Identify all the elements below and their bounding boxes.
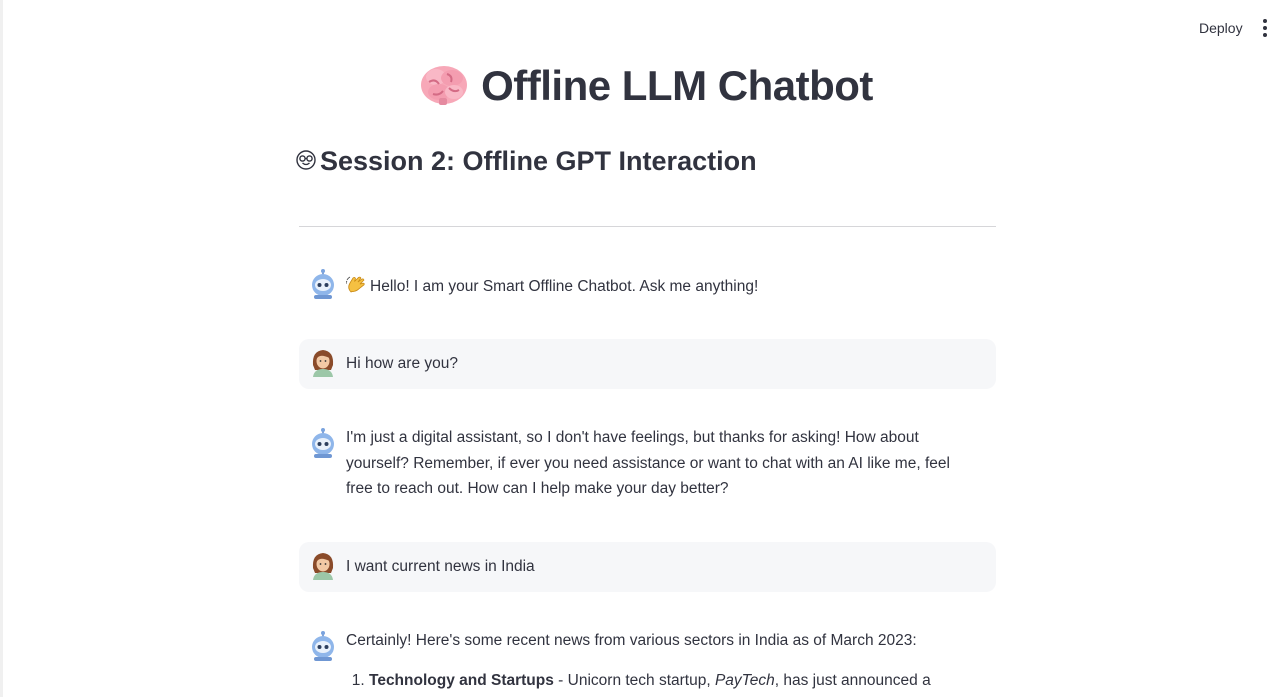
robot-avatar-icon: [312, 631, 334, 661]
page-title-container: Offline LLM Chatbot: [296, 62, 996, 110]
robot-avatar-icon: [312, 428, 334, 458]
chat-message-assistant: Hello! I am your Smart Offline Chatbot. …: [299, 262, 996, 312]
chat-message-assistant: Certainly! Here's some recent news from …: [299, 616, 996, 697]
list-item: Technology and Startups - Unicorn tech s…: [369, 668, 980, 697]
menu-dot: [1263, 26, 1267, 30]
message-text: Hello! I am your Smart Offline Chatbot. …: [370, 278, 759, 295]
list-item-emphasis: PayTech: [714, 671, 775, 689]
section-divider: [299, 226, 996, 227]
user-avatar-icon: [312, 553, 334, 580]
app-window: Deploy Offline LLM Chatbot Session 2: Of…: [0, 0, 1280, 697]
menu-dot: [1263, 19, 1267, 23]
message-text: Hi how are you?: [346, 355, 459, 372]
user-avatar-icon: [312, 350, 334, 377]
news-list: Technology and Startups - Unicorn tech s…: [346, 668, 980, 697]
page-title: Offline LLM Chatbot: [481, 62, 873, 109]
waving-hand-icon: [346, 276, 365, 293]
session-subtitle-container: Session 2: Offline GPT Interaction: [296, 146, 757, 177]
list-item-text: - Unicorn tech startup,: [553, 671, 715, 689]
message-text: I'm just a digital assistant, so I don't…: [346, 429, 950, 497]
message-text: I want current news in India: [346, 558, 535, 575]
brain-icon: [421, 66, 468, 105]
chat-message-assistant: I'm just a digital assistant, so I don't…: [299, 413, 996, 514]
nerd-face-icon: [296, 150, 316, 170]
vertical-dots-icon[interactable]: [1255, 16, 1275, 40]
session-subtitle: Session 2: Offline GPT Interaction: [320, 146, 757, 176]
message-text: Certainly! Here's some recent news from …: [346, 632, 917, 649]
menu-dot: [1263, 33, 1267, 37]
chat-message-user: Hi how are you?: [299, 339, 996, 389]
list-item-heading: Technology and Startups: [369, 671, 554, 689]
chat-message-user: I want current news in India: [299, 542, 996, 592]
deploy-button[interactable]: Deploy: [1189, 16, 1253, 40]
robot-avatar-icon: [312, 269, 334, 299]
